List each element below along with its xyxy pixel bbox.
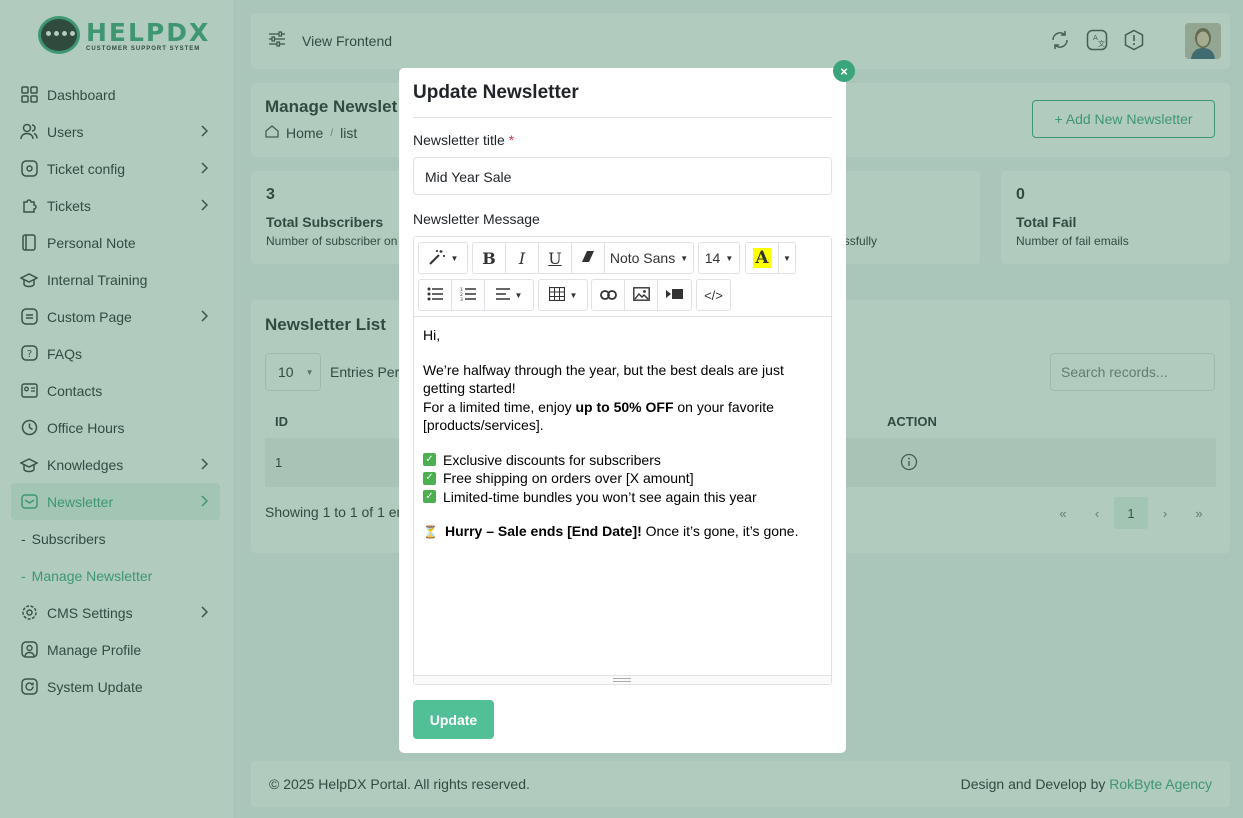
font-style-group: B I U Noto Sans ▼: [472, 242, 694, 274]
italic-button[interactable]: I: [506, 243, 539, 273]
list-item-text: Exclusive discounts for subscribers: [443, 451, 661, 468]
ordered-list-button[interactable]: 123: [452, 280, 485, 310]
link-icon: [599, 287, 617, 303]
intro-paragraph: We’re halfway through the year, but the …: [423, 361, 784, 397]
required-mark: *: [508, 132, 515, 148]
newsletter-title-input[interactable]: Mid Year Sale: [413, 157, 832, 195]
rich-text-editor: ▼ B I U Noto Sans ▼ 14 ▼ A ▼ 123 ▼ ▼ </>…: [413, 236, 832, 685]
editor-content[interactable]: Hi, We’re halfway through the year, but …: [423, 326, 823, 542]
hourglass-icon: ⏳: [423, 525, 438, 539]
bullet-list-button[interactable]: [419, 280, 452, 310]
divider: [413, 117, 832, 118]
update-newsletter-modal: × Update Newsletter Newsletter title * M…: [399, 60, 855, 753]
list-item-text: Limited-time bundles you won’t see again…: [443, 488, 757, 505]
eraser-icon: [581, 250, 595, 267]
modal-title: Update Newsletter: [413, 82, 579, 103]
font-family-select[interactable]: Noto Sans ▼: [605, 243, 693, 273]
color-dropdown[interactable]: ▼: [779, 243, 795, 273]
table-group: ▼: [538, 279, 588, 311]
table-icon: [548, 286, 565, 304]
checkmark-icon: ✓: [423, 471, 436, 485]
newsletter-title-label: Newsletter title *: [413, 132, 514, 148]
label-text: Newsletter title: [413, 132, 505, 148]
font-size-select[interactable]: 14 ▼: [699, 243, 739, 273]
text-color-button[interactable]: A: [746, 243, 779, 273]
list-item: ✓ Exclusive discounts for subscribers: [423, 451, 823, 470]
list-item-text: Free shipping on orders over [X amount]: [443, 470, 694, 486]
closing-text: Once it’s gone, it’s gone.: [641, 523, 799, 539]
offer-paragraph: For a limited time, enjoy up to 50% OFF …: [423, 398, 823, 435]
editor-toolbar: ▼ B I U Noto Sans ▼ 14 ▼ A ▼ 123 ▼ ▼ </>: [414, 237, 831, 317]
list-item: ✓ Free shipping on orders over [X amount]: [423, 469, 823, 488]
svg-text:3: 3: [460, 297, 463, 301]
insert-group: [591, 279, 692, 311]
offer-text: For a limited time, enjoy: [423, 398, 576, 415]
font-family-value: Noto Sans: [609, 250, 676, 266]
highlight-color-icon: A: [753, 248, 771, 268]
bold-button[interactable]: B: [473, 243, 506, 273]
ordered-list-icon: 123: [460, 287, 476, 304]
align-icon: [495, 287, 510, 303]
align-button[interactable]: ▼: [485, 280, 533, 310]
closing-paragraph: ⏳ Hurry – Sale ends [End Date]! Once it’s…: [423, 522, 823, 542]
checkmark-icon: ✓: [423, 453, 436, 467]
eraser-button[interactable]: [572, 243, 605, 273]
link-button[interactable]: [592, 280, 625, 310]
list-group: 123 ▼: [418, 279, 534, 311]
color-group: A ▼: [745, 242, 796, 274]
image-button[interactable]: [625, 280, 658, 310]
underline-button[interactable]: U: [539, 243, 572, 273]
font-size-group: 14 ▼: [698, 242, 740, 274]
magic-style-button[interactable]: ▼: [419, 243, 467, 273]
image-icon: [632, 286, 650, 304]
font-size-value: 14: [704, 250, 721, 266]
offer-bold: up to 50% OFF: [575, 398, 674, 415]
table-button[interactable]: ▼: [539, 280, 587, 310]
code-group: </>: [696, 279, 731, 311]
newsletter-message-label: Newsletter Message: [413, 211, 540, 227]
resize-handle[interactable]: [414, 675, 831, 684]
closing-bold: Hurry – Sale ends [End Date]!: [444, 523, 642, 539]
close-icon[interactable]: ×: [833, 60, 855, 82]
bullet-list-icon: [427, 287, 443, 304]
list-item: ✓ Limited-time bundles you won’t see agai…: [423, 488, 823, 507]
style-group: ▼: [418, 242, 468, 274]
video-icon: [666, 287, 683, 303]
checkmark-icon: ✓: [423, 490, 436, 504]
code-view-button[interactable]: </>: [697, 280, 730, 310]
video-button[interactable]: [658, 280, 691, 310]
magic-wand-icon: [428, 249, 446, 268]
update-button[interactable]: Update: [413, 700, 494, 739]
greeting-text: Hi,: [423, 327, 441, 343]
